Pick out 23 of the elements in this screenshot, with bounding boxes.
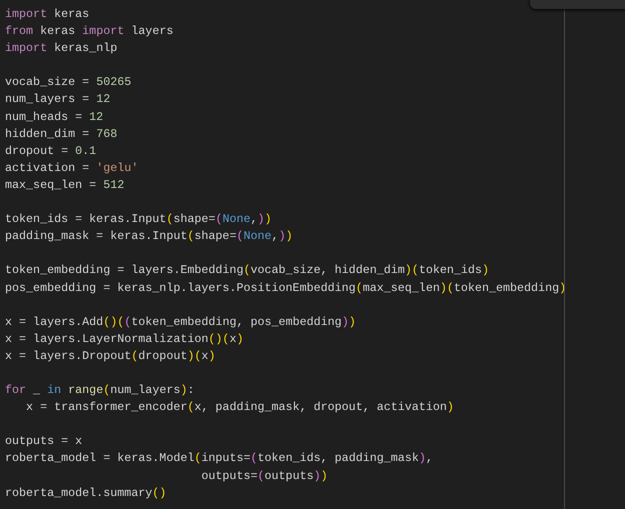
code-line: activation = 'gelu' [5,160,138,177]
code-line: import keras [5,6,90,23]
code-line: roberta_model = keras.Model(inputs=(token_ids, padding_mask), [5,450,433,468]
code-line: outputs=(outputs)) [200,468,328,485]
code-line: dropout = 0.1 [5,142,96,160]
code-line: roberta_model.summary() [5,484,166,502]
code-line: num_heads = 12 [5,108,104,126]
code-line: outputs = x [5,433,82,450]
code-line: x = transformer_encoder(x, padding_mask, dropout, activation) [25,399,454,416]
code-line: token_embedding = layers.Embedding(vocab_size, hidden_dim)(token_ids) [5,262,489,280]
code-line: x = layers.Dropout(dropout)(x) [5,348,216,365]
code-line: pos_embedding = keras_nlp.layers.PositionEmbedding(max_seq_len)(token_embedding) [5,280,566,296]
code-line: max_seq_len = 512 [5,176,124,194]
code-line: padding_mask = keras.Input(shape=(None,)) [5,228,293,246]
code-line: from keras import layers [5,23,174,40]
code-line: x = layers.Add()((token_embedding, pos_embedding)) [5,314,356,331]
code-line: vocab_size = 50265 [5,74,132,92]
code-line: token_ids = keras.Input(shape=(None,)) [5,211,272,228]
code-line: for _ in range(num_layers): [5,382,194,400]
code-line: import keras_nlp [5,40,118,58]
code-line: x = layers.LayerNormalization()(x) [5,330,244,348]
code-line: num_layers = 12 [5,91,110,108]
code-line: hidden_dim = 768 [5,126,118,143]
